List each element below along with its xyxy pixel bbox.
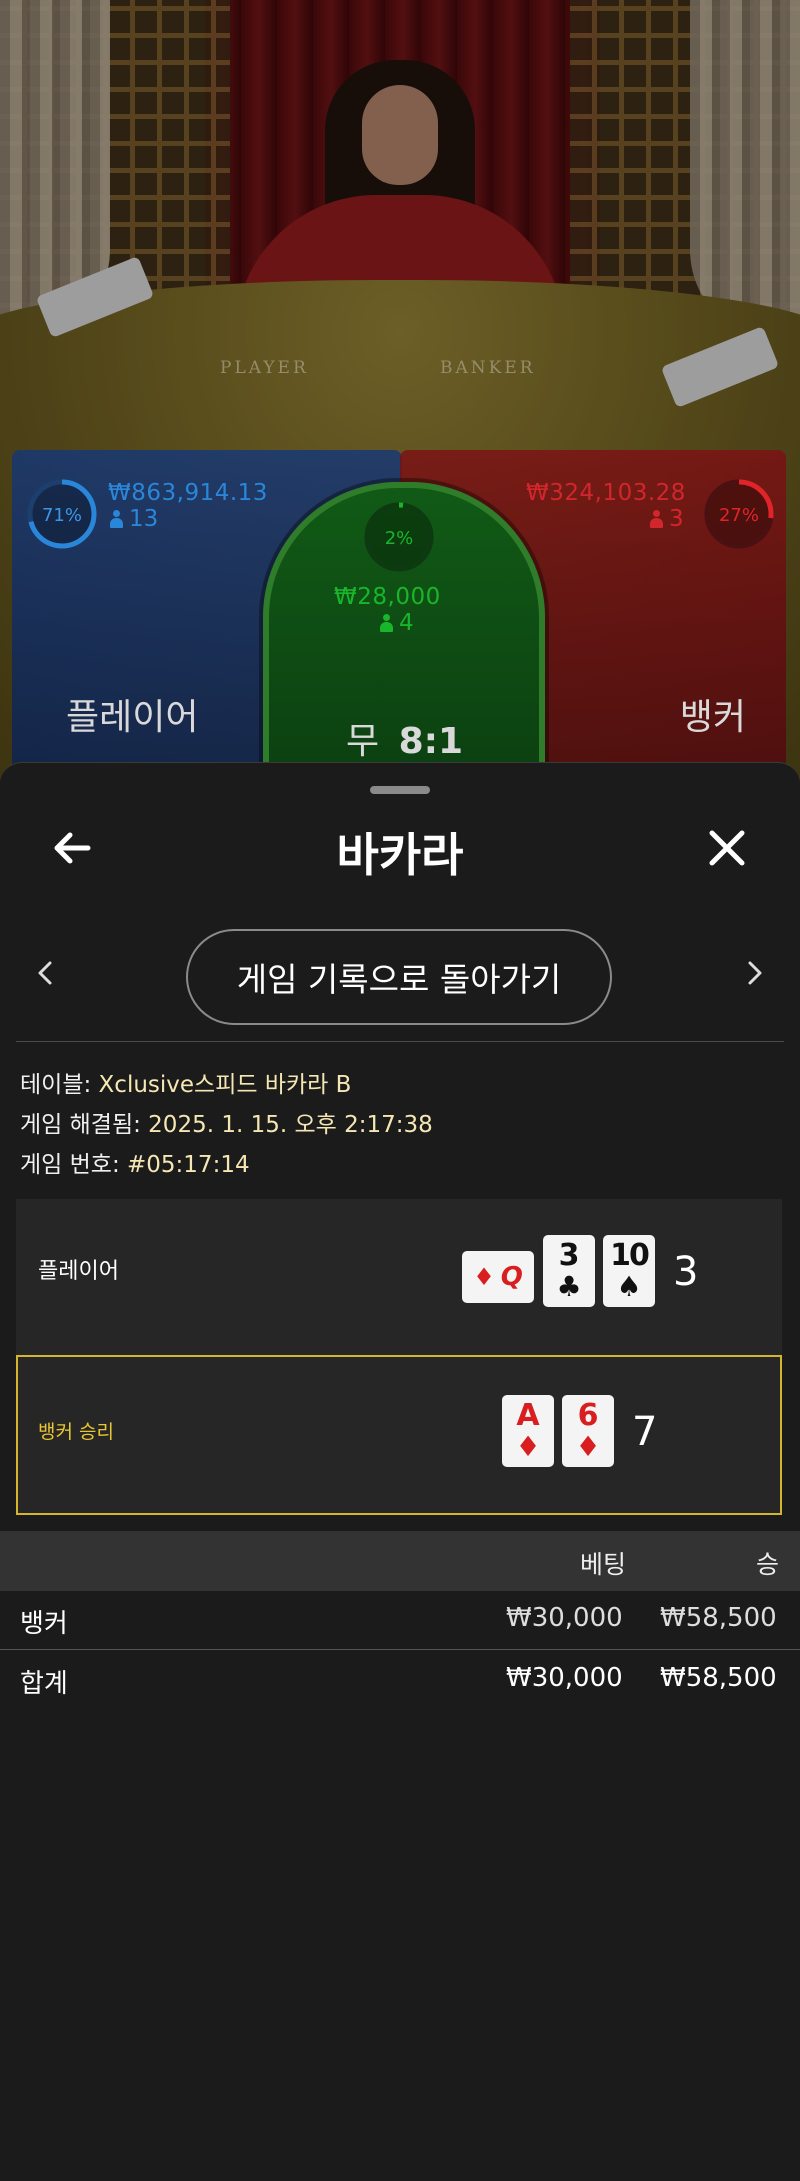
player-percent-ring: 71%	[27, 479, 97, 549]
chevron-right-icon[interactable]	[736, 955, 772, 991]
chevron-left-icon[interactable]	[28, 955, 64, 991]
win-amount: ₩58,500	[660, 1603, 777, 1633]
player-card-1: ♦ Q	[462, 1251, 534, 1303]
banker-card-2: 6 ♦	[562, 1395, 614, 1467]
divider	[0, 1649, 800, 1650]
close-icon[interactable]	[702, 823, 752, 873]
player-result-label: 플레이어	[38, 1259, 119, 1284]
round-info: 게임 번호: #05:17:14	[20, 1145, 250, 1179]
tie-zone-label: 무 8:1	[346, 712, 463, 764]
sheet-drag-handle[interactable]	[370, 786, 430, 794]
total-row: 합계 ₩30,000 ₩58,500	[0, 1651, 800, 1709]
tie-percent-ring: 2%	[364, 502, 434, 572]
live-video: PLAYER BANKER 플레이어 뱅커 71% ₩863,914.13 13…	[0, 0, 800, 780]
banker-percent-ring: 27%	[704, 479, 774, 549]
tie-label: 무	[346, 721, 380, 762]
sheet-title: 바카라	[336, 828, 464, 882]
banker-total: 7	[632, 1409, 658, 1455]
banker-player-count: 3	[669, 506, 684, 532]
banker-zone-label: 뱅커	[679, 697, 746, 738]
tie-percent: 2%	[385, 528, 414, 549]
banker-count: 3	[650, 506, 684, 532]
resolved-time: 2025. 1. 15. 오후 2:17:38	[148, 1112, 433, 1138]
table-info: 테이블: Xclusive스피드 바카라 B	[20, 1065, 351, 1099]
player-count: 13	[110, 506, 158, 532]
table-name: Xclusive스피드 바카라 B	[98, 1072, 352, 1098]
round-number: #05:17:14	[127, 1152, 250, 1178]
person-icon	[650, 510, 663, 528]
player-bet-amount: ₩863,914.13	[108, 480, 268, 506]
bet-amount: ₩30,000	[506, 1603, 623, 1633]
resolved-info: 게임 해결됨: 2025. 1. 15. 오후 2:17:38	[20, 1105, 433, 1139]
player-zone-label: 플레이어	[66, 697, 199, 738]
table-row: 뱅커 ₩30,000 ₩58,500	[0, 1591, 800, 1649]
player-percent: 71%	[42, 505, 82, 526]
win-column-header: 승	[756, 1550, 780, 1579]
tie-player-count: 4	[399, 610, 414, 636]
divider	[16, 1041, 784, 1042]
bet-column-header: 베팅	[580, 1550, 627, 1579]
banker-win-label: 뱅커 승리	[38, 1421, 114, 1443]
player-result-row: 플레이어 ♦ Q 3 ♣ 10 ♠ 3	[16, 1199, 782, 1355]
tie-bet-amount: ₩28,000	[334, 584, 441, 610]
back-to-history-button[interactable]: 게임 기록으로 돌아가기	[186, 929, 612, 1025]
tie-count: 4	[380, 610, 414, 636]
total-win: ₩58,500	[660, 1663, 777, 1693]
resolved-key: 게임 해결됨:	[20, 1112, 149, 1138]
banker-card-1: A ♦	[502, 1395, 554, 1467]
player-player-count: 13	[129, 506, 159, 532]
tie-payout: 8:1	[398, 721, 464, 762]
player-card-3: 10 ♠	[603, 1235, 655, 1307]
game-detail-sheet: 바카라 게임 기록으로 돌아가기 테이블: Xclusive스피드 바카라 B …	[0, 762, 800, 2181]
table-key: 테이블:	[20, 1072, 99, 1098]
person-icon	[380, 614, 393, 632]
bet-type: 뱅커	[20, 1609, 68, 1639]
total-label: 합계	[20, 1669, 68, 1699]
player-total: 3	[673, 1249, 699, 1295]
total-bet: ₩30,000	[506, 1663, 623, 1693]
banker-percent: 27%	[719, 505, 759, 526]
player-card-2: 3 ♣	[543, 1235, 595, 1307]
round-key: 게임 번호:	[20, 1152, 128, 1178]
bets-table-header: 베팅 승	[0, 1531, 800, 1591]
banker-bet-amount: ₩324,103.28	[526, 480, 686, 506]
banker-result-row: 뱅커 승리 A ♦ 6 ♦ 7	[16, 1355, 782, 1515]
person-icon	[110, 510, 123, 528]
